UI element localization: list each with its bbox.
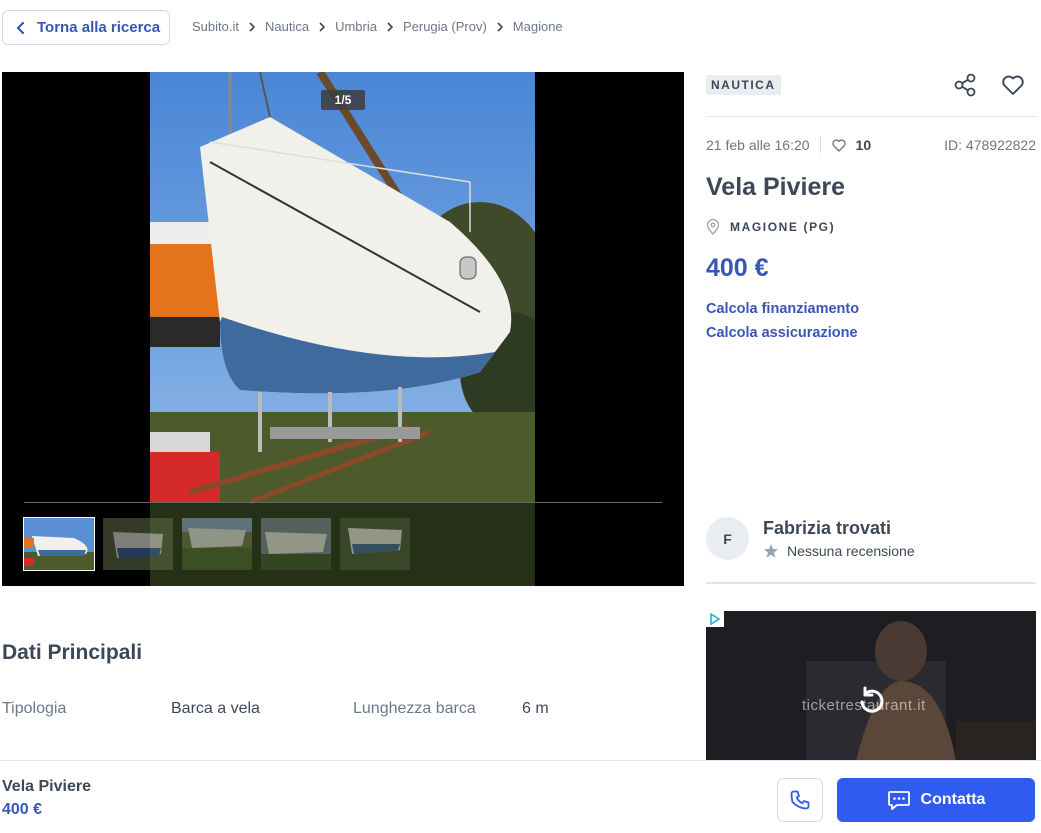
listing-title: Vela Piviere [706,173,846,201]
divider [706,116,1036,117]
detail-label-type: Tipologia [2,700,67,717]
footer-price: 400 € [2,801,43,818]
seller-card[interactable]: F Fabrizia trovati Nessuna recensione [706,517,915,560]
listing-price: 400 € [706,254,769,282]
thumbnail-image [182,518,252,570]
gallery-divider [24,502,662,503]
review-text: Nessuna recensione [787,543,915,559]
listing-location: MAGIONE (PG) [706,219,835,235]
thumbnail-image [24,518,94,570]
favorites-count: 10 [855,137,872,153]
category-badge: NAUTICA [706,75,781,95]
divider [819,137,821,153]
heart-icon [1002,75,1024,95]
detail-value-length: 6 m [522,700,549,717]
thumbnail-image [261,518,331,570]
favorite-button[interactable] [1000,72,1026,98]
heart-icon [831,139,846,152]
breadcrumb-item-region[interactable]: Umbria [335,19,377,34]
thumbnail-4[interactable] [261,518,331,570]
contact-button[interactable]: Contatta [837,778,1035,822]
video-ad[interactable]: ticketrestaurant.it [706,611,1036,761]
insurance-link[interactable]: Calcola assicurazione [706,325,858,341]
star-icon [764,544,778,558]
location-text: MAGIONE (PG) [730,220,836,234]
call-button[interactable] [777,778,823,822]
chat-icon [887,791,910,810]
chevron-right-icon [387,21,394,32]
publish-date: 21 feb alle 16:20 [706,137,810,153]
breadcrumb-item-home[interactable]: Subito.it [192,19,239,34]
photo-gallery[interactable]: 1/5 [2,72,684,586]
breadcrumb: Subito.it Nautica Umbria Perugia (Prov) … [192,19,563,34]
photo-counter: 1/5 [321,90,365,110]
chevron-right-icon [249,21,256,32]
divider [706,582,1036,584]
listing-meta: 21 feb alle 16:20 10 ID: 478922822 [706,137,1036,153]
breadcrumb-item-province[interactable]: Perugia (Prov) [403,19,487,34]
thumbnail-image [103,518,173,570]
thumbnail-5[interactable] [340,518,410,570]
thumbnail-strip [23,517,410,571]
footer-title: Vela Piviere [2,778,91,795]
seller-review: Nessuna recensione [763,543,915,559]
location-pin-icon [706,219,720,235]
thumbnail-3[interactable] [182,518,252,570]
thumbnail-image [340,518,410,570]
share-button[interactable] [952,72,978,98]
breadcrumb-item-category[interactable]: Nautica [265,19,309,34]
thumbnail-1[interactable] [23,517,95,571]
ad-choices-icon[interactable] [706,611,724,627]
detail-label-length: Lunghezza barca [353,700,476,717]
section-title-main-data: Dati Principali [2,641,143,664]
chevron-right-icon [497,21,503,32]
boat-photo[interactable] [150,72,535,586]
back-to-search-label: Torna alla ricerca [37,19,161,36]
back-to-search-button[interactable]: Torna alla ricerca [2,10,170,45]
avatar: F [706,517,749,560]
share-icon [954,73,976,97]
listing-id: ID: 478922822 [944,137,1036,153]
chevron-left-icon [16,21,25,34]
contact-label: Contatta [920,791,986,808]
breadcrumb-item-town[interactable]: Magione [513,19,563,34]
detail-value-type: Barca a vela [171,700,260,717]
seller-name[interactable]: Fabrizia trovati [763,518,915,539]
thumbnail-2[interactable] [103,518,173,570]
sticky-footer: Vela Piviere 400 € Contatta [0,760,1041,833]
chevron-right-icon [319,21,326,32]
replay-icon[interactable] [856,685,888,717]
financing-link[interactable]: Calcola finanziamento [706,301,859,317]
phone-icon [790,790,810,810]
